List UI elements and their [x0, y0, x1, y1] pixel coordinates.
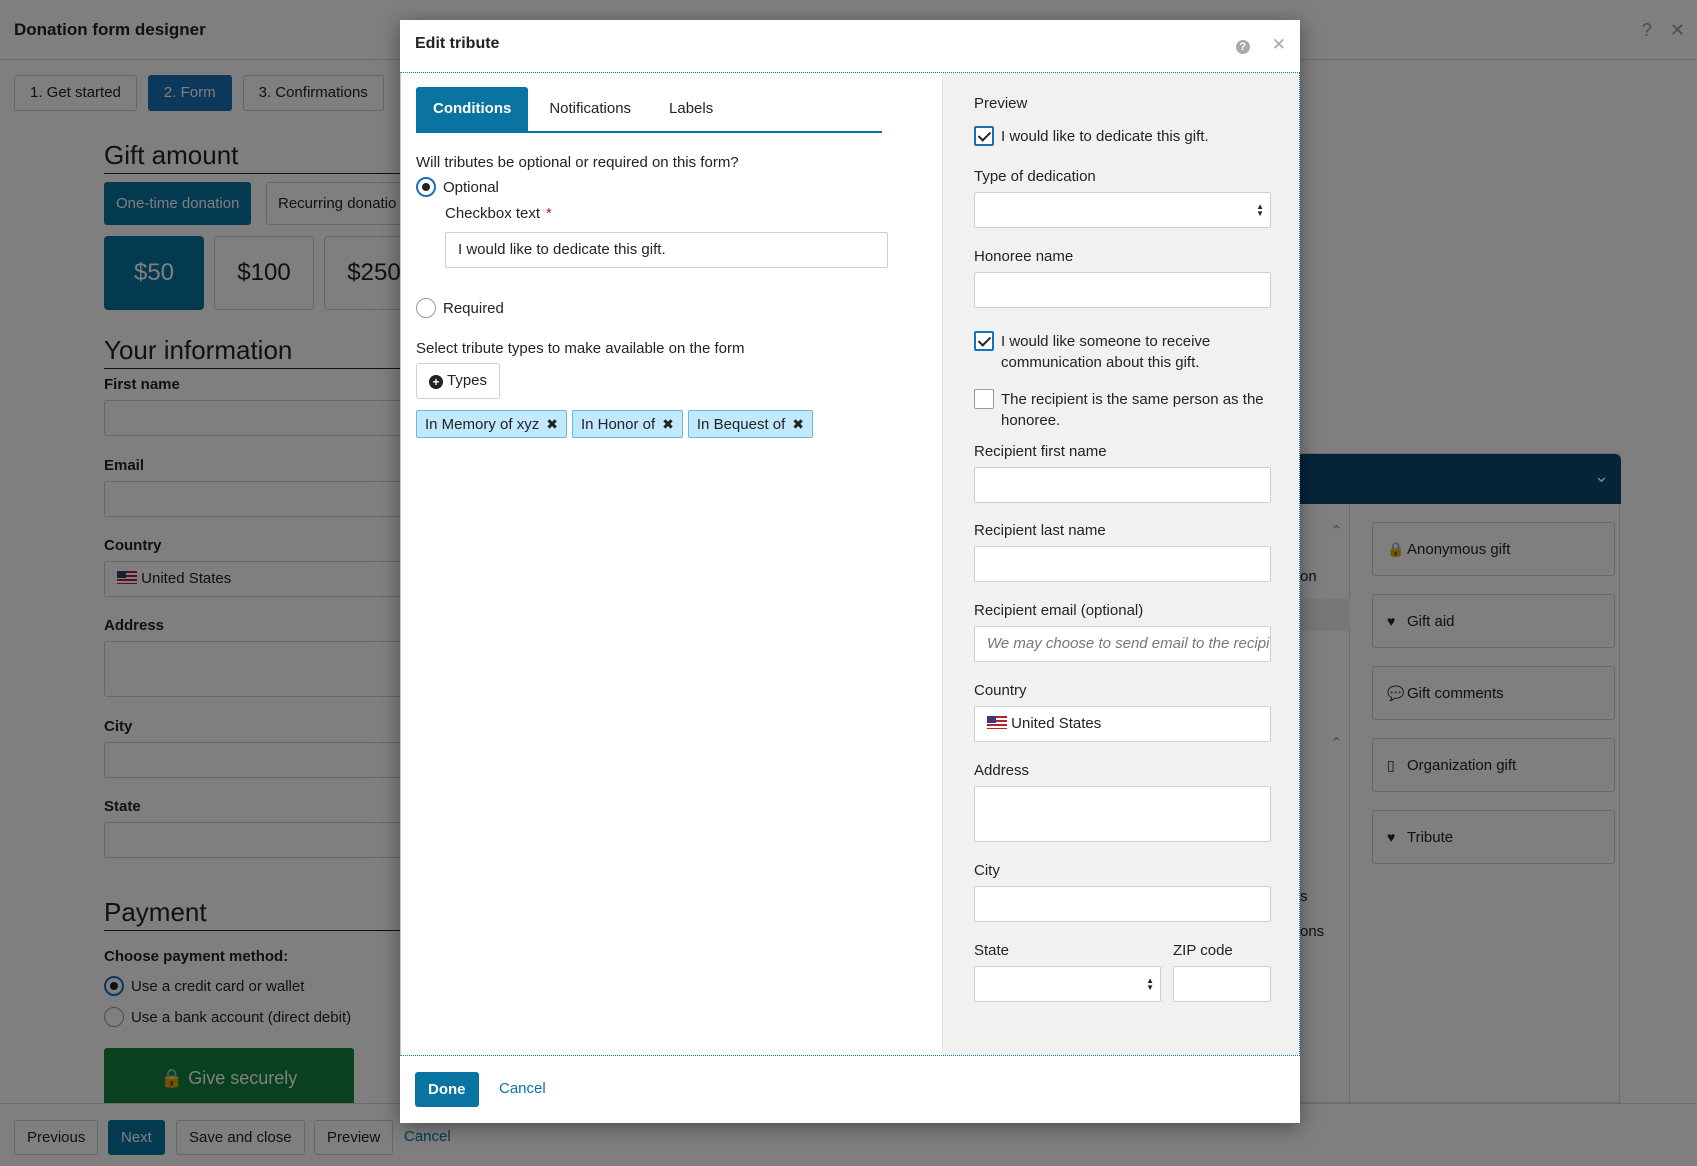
settings-column: Conditions Notifications Labels Will tri… — [401, 73, 941, 1055]
token-in-honor: In Honor of ✖ — [571, 410, 683, 438]
city-label: City — [974, 862, 1000, 879]
checkbox-checked[interactable] — [974, 126, 994, 146]
modal-header: Edit tribute ? ✕ — [400, 20, 1300, 72]
modal-footer: Done Cancel — [400, 1056, 1300, 1123]
token-label: In Memory of xyz — [425, 416, 540, 433]
preview-title: Preview — [974, 95, 1028, 112]
honoree-name-label: Honoree name — [974, 248, 1074, 265]
email-placeholder: We may choose to send email to the recip… — [987, 635, 1270, 652]
token-label: In Honor of — [580, 416, 656, 433]
type-of-dedication-label: Type of dedication — [974, 168, 1096, 185]
country-label: Country — [974, 682, 1027, 699]
checkbox-text-label: Checkbox text — [445, 205, 541, 222]
tab-bar: Conditions Notifications Labels — [416, 87, 882, 133]
checkbox-text-input[interactable]: I would like to dedicate this gift. — [445, 232, 888, 268]
city-input[interactable] — [974, 886, 1271, 922]
optional-label: Optional — [443, 178, 499, 196]
close-icon[interactable]: ✕ — [1272, 35, 1286, 54]
tribute-requirement-question: Will tributes be optional or required on… — [416, 154, 739, 171]
recipient-first-name-input[interactable] — [974, 467, 1271, 503]
token-in-memory: In Memory of xyz ✖ — [416, 410, 567, 438]
tribute-type-tokens: In Memory of xyz ✖ In Honor of ✖ In Beques… — [416, 410, 814, 438]
select-arrows-icon: ▲ ▼ — [1256, 202, 1264, 218]
country-value: United States — [1011, 715, 1102, 732]
radio-selected[interactable] — [416, 177, 436, 197]
dedicate-checkbox-label: I would like to dedicate this gift. — [1001, 128, 1209, 145]
select-arrows-icon: ▲ ▼ — [1146, 976, 1154, 992]
cancel-link[interactable]: Cancel — [499, 1080, 546, 1097]
edit-tribute-dialog: Edit tribute ? ✕ Conditions Notifications… — [400, 20, 1300, 1123]
plus-circle-icon: + — [429, 375, 443, 389]
same-person-checkbox[interactable]: The recipient is the same person as the … — [974, 389, 1284, 431]
help-icon[interactable]: ? — [1235, 40, 1250, 54]
zip-code-input[interactable] — [1173, 966, 1271, 1002]
types-button[interactable]: + Types — [416, 363, 501, 399]
recipient-email-input[interactable]: We may choose to send email to the recip… — [974, 626, 1271, 662]
types-prompt: Select tribute types to make available o… — [416, 340, 745, 357]
honoree-name-input[interactable] — [974, 272, 1271, 308]
remove-icon[interactable]: ✖ — [792, 416, 804, 432]
tab-conditions[interactable]: Conditions — [416, 87, 529, 131]
modal-title: Edit tribute — [415, 35, 500, 52]
address-input[interactable] — [974, 786, 1271, 842]
address-label: Address — [974, 762, 1030, 779]
remove-icon[interactable]: ✖ — [662, 416, 674, 432]
remove-icon[interactable]: ✖ — [546, 416, 558, 432]
required-radio[interactable]: Required — [416, 298, 504, 318]
tab-labels[interactable]: Labels — [652, 87, 730, 131]
state-label: State — [974, 942, 1010, 959]
types-button-label: Types — [447, 372, 488, 389]
recipient-last-name-input[interactable] — [974, 546, 1271, 582]
checkbox-checked[interactable] — [974, 331, 994, 351]
state-select[interactable]: ▲ ▼ — [974, 966, 1161, 1002]
receive-communication-checkbox[interactable]: I would like someone to receive communic… — [974, 331, 1284, 373]
checkbox-unchecked[interactable] — [974, 389, 994, 409]
us-flag-icon — [987, 716, 1007, 729]
tab-notifications[interactable]: Notifications — [532, 87, 648, 131]
done-button[interactable]: Done — [415, 1072, 479, 1107]
type-of-dedication-select[interactable]: ▲ ▼ — [974, 192, 1271, 228]
token-label: In Bequest of — [696, 416, 786, 433]
dedicate-checkbox[interactable]: I would like to dedicate this gift. — [974, 126, 1284, 147]
radio-unselected[interactable] — [416, 298, 436, 318]
required-label: Required — [443, 299, 504, 317]
recipient-first-name-label: Recipient first name — [974, 443, 1107, 460]
preview-column: Preview I would like to dedicate this gi… — [942, 73, 1299, 1055]
required-asterisk: * — [546, 205, 552, 222]
receive-communication-label: I would like someone to receive communic… — [1001, 333, 1211, 371]
token-in-bequest: In Bequest of ✖ — [687, 410, 814, 438]
country-select[interactable]: United States — [974, 706, 1271, 742]
optional-radio[interactable]: Optional — [416, 177, 499, 197]
modal-body: Conditions Notifications Labels Will tri… — [400, 72, 1300, 1056]
zip-code-label: ZIP code — [1173, 942, 1233, 959]
same-person-label: The recipient is the same person as the … — [1001, 391, 1264, 429]
recipient-email-label: Recipient email (optional) — [974, 602, 1144, 619]
recipient-last-name-label: Recipient last name — [974, 522, 1106, 539]
